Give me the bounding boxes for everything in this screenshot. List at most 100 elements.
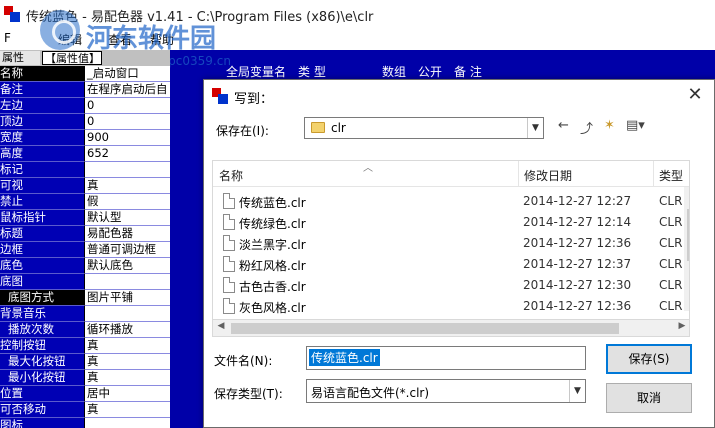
property-key: 可视 bbox=[0, 178, 84, 194]
new-folder-icon[interactable]: ✶ bbox=[604, 118, 615, 136]
property-value[interactable]: 真 bbox=[84, 402, 170, 418]
file-type: CLR bbox=[659, 194, 683, 208]
menu-help[interactable]: 帮助 bbox=[150, 31, 174, 48]
property-value[interactable]: 真 bbox=[84, 370, 170, 386]
property-row[interactable]: 控制按钮真 bbox=[0, 338, 170, 354]
property-row[interactable]: 可视真 bbox=[0, 178, 170, 194]
property-tabs: 属性 【属性值】 bbox=[0, 50, 170, 66]
scroll-up-icon[interactable]: ▲ bbox=[684, 187, 689, 201]
property-row[interactable]: 可否移动真 bbox=[0, 402, 170, 418]
file-row[interactable]: 淡兰黑字.clr 2014-12-27 12:36 CLR bbox=[213, 233, 689, 254]
property-row[interactable]: 最小化按钮真 bbox=[0, 370, 170, 386]
filename-label: 文件名(N): bbox=[214, 354, 273, 368]
file-icon bbox=[223, 298, 235, 314]
property-row[interactable]: 左边 0 bbox=[0, 98, 170, 114]
property-row[interactable]: 边框 普通可调边框 bbox=[0, 242, 170, 258]
property-row[interactable]: 图标 bbox=[0, 418, 170, 428]
property-key: 名称 bbox=[0, 66, 84, 82]
vertical-scrollbar[interactable]: ▲ ▼ bbox=[684, 187, 689, 311]
property-row[interactable]: 禁止假 bbox=[0, 194, 170, 210]
file-row[interactable]: 传统绿色.clr 2014-12-27 12:14 CLR bbox=[213, 212, 689, 233]
file-icon bbox=[223, 214, 235, 230]
filetype-select[interactable]: 易语言配色文件(*.clr) ▼ bbox=[306, 379, 586, 403]
property-row[interactable]: 播放次数 循环播放 bbox=[0, 322, 170, 338]
property-value[interactable] bbox=[84, 274, 170, 290]
save-button[interactable]: 保存(S) bbox=[606, 344, 692, 374]
property-row[interactable]: 最大化按钮真 bbox=[0, 354, 170, 370]
property-row[interactable]: 底色 默认底色 bbox=[0, 258, 170, 274]
tab-properties[interactable]: 属性 bbox=[0, 51, 40, 65]
property-value[interactable]: 居中 bbox=[84, 386, 170, 402]
close-icon[interactable]: ✕ bbox=[680, 82, 710, 108]
app-logo-icon bbox=[4, 6, 20, 22]
col-date[interactable]: 修改日期 bbox=[524, 167, 572, 184]
file-row[interactable]: 粉红风格.clr 2014-12-27 12:37 CLR bbox=[213, 254, 689, 275]
property-key: 可否移动 bbox=[0, 402, 84, 418]
property-row[interactable]: 鼠标指针 默认型 bbox=[0, 210, 170, 226]
property-value[interactable] bbox=[84, 162, 170, 178]
property-row[interactable]: 背景音乐 bbox=[0, 306, 170, 322]
tab-property-values[interactable]: 【属性值】 bbox=[42, 51, 102, 65]
file-row[interactable]: 传统蓝色.clr 2014-12-27 12:27 CLR bbox=[213, 191, 689, 212]
property-value[interactable]: 真 bbox=[84, 338, 170, 354]
sort-up-icon: ︿ bbox=[363, 163, 373, 174]
file-list[interactable]: 名称 ︿ 修改日期 类型 传统蓝色.clr 2014-12-27 12:27 CLR… bbox=[212, 160, 690, 320]
menu-edit[interactable]: 编辑 bbox=[58, 31, 82, 48]
scroll-thumb[interactable] bbox=[687, 209, 689, 261]
save-in-value: clr bbox=[331, 121, 346, 135]
property-value[interactable]: 真 bbox=[84, 178, 170, 194]
menu-view[interactable]: 查看 bbox=[108, 31, 132, 48]
back-icon[interactable]: ← bbox=[558, 118, 569, 136]
up-folder-icon[interactable]: ⤴ bbox=[580, 118, 593, 137]
file-type: CLR bbox=[659, 278, 683, 292]
property-value[interactable]: 易配色器 bbox=[84, 226, 170, 242]
property-value[interactable]: 假 bbox=[84, 194, 170, 210]
property-value[interactable]: 默认型 bbox=[84, 210, 170, 226]
property-row[interactable]: 底图 bbox=[0, 274, 170, 290]
property-value[interactable]: 图片平铺 bbox=[84, 290, 170, 306]
property-row[interactable]: 标题 易配色器 bbox=[0, 226, 170, 242]
property-row[interactable]: 宽度 900 bbox=[0, 130, 170, 146]
file-row[interactable]: 古色古香.clr 2014-12-27 12:30 CLR bbox=[213, 275, 689, 296]
property-value[interactable]: 普通可调边框 bbox=[84, 242, 170, 258]
property-value[interactable]: 0 bbox=[84, 98, 170, 114]
property-key: 备注 bbox=[0, 82, 84, 98]
property-value[interactable]: 在程序启动后自 bbox=[84, 82, 170, 98]
property-row[interactable]: 底图方式 图片平铺 bbox=[0, 290, 170, 306]
property-value[interactable]: 真 bbox=[84, 354, 170, 370]
property-row[interactable]: 标记 bbox=[0, 162, 170, 178]
property-value[interactable]: 900 bbox=[84, 130, 170, 146]
file-date: 2014-12-27 12:14 bbox=[523, 215, 632, 229]
property-row[interactable]: 备注 在程序启动后自 bbox=[0, 82, 170, 98]
save-in-combo[interactable]: clr ▼ bbox=[304, 117, 544, 139]
property-value[interactable] bbox=[84, 418, 170, 428]
col-name[interactable]: 名称 bbox=[219, 167, 243, 184]
scroll-left-icon[interactable]: ◀ bbox=[214, 321, 228, 331]
property-value[interactable]: 0 bbox=[84, 114, 170, 130]
file-row[interactable]: 灰色风格.clr 2014-12-27 12:36 CLR bbox=[213, 296, 689, 317]
property-row[interactable]: 高度 652 bbox=[0, 146, 170, 162]
cancel-button[interactable]: 取消 bbox=[606, 383, 692, 413]
scroll-right-icon[interactable]: ▶ bbox=[675, 321, 689, 331]
property-key: 控制按钮 bbox=[0, 338, 84, 354]
property-key: 播放次数 bbox=[0, 322, 84, 338]
property-value[interactable]: 默认底色 bbox=[84, 258, 170, 274]
property-row[interactable]: 名称 _启动窗口 bbox=[0, 66, 170, 82]
horizontal-scrollbar[interactable]: ◀ ▶ bbox=[212, 320, 690, 337]
file-name: 传统绿色.clr bbox=[239, 217, 306, 231]
scroll-down-icon[interactable]: ▼ bbox=[684, 297, 689, 311]
property-value[interactable] bbox=[84, 306, 170, 322]
property-value[interactable]: _启动窗口 bbox=[84, 66, 170, 82]
property-row[interactable]: 顶边 0 bbox=[0, 114, 170, 130]
folder-icon bbox=[311, 122, 325, 133]
view-menu-icon[interactable]: ▤▾ bbox=[626, 118, 645, 136]
filename-input[interactable]: 传统蓝色.clr bbox=[306, 346, 586, 370]
property-row[interactable]: 位置 居中 bbox=[0, 386, 170, 402]
col-global-var-name: 全局变量名 bbox=[226, 65, 287, 79]
property-key: 禁止 bbox=[0, 194, 84, 210]
property-value[interactable]: 652 bbox=[84, 146, 170, 162]
menu-file[interactable]: F bbox=[4, 31, 11, 45]
col-type[interactable]: 类型 bbox=[659, 167, 683, 184]
property-value[interactable]: 循环播放 bbox=[84, 322, 170, 338]
hscroll-thumb[interactable] bbox=[231, 323, 619, 334]
